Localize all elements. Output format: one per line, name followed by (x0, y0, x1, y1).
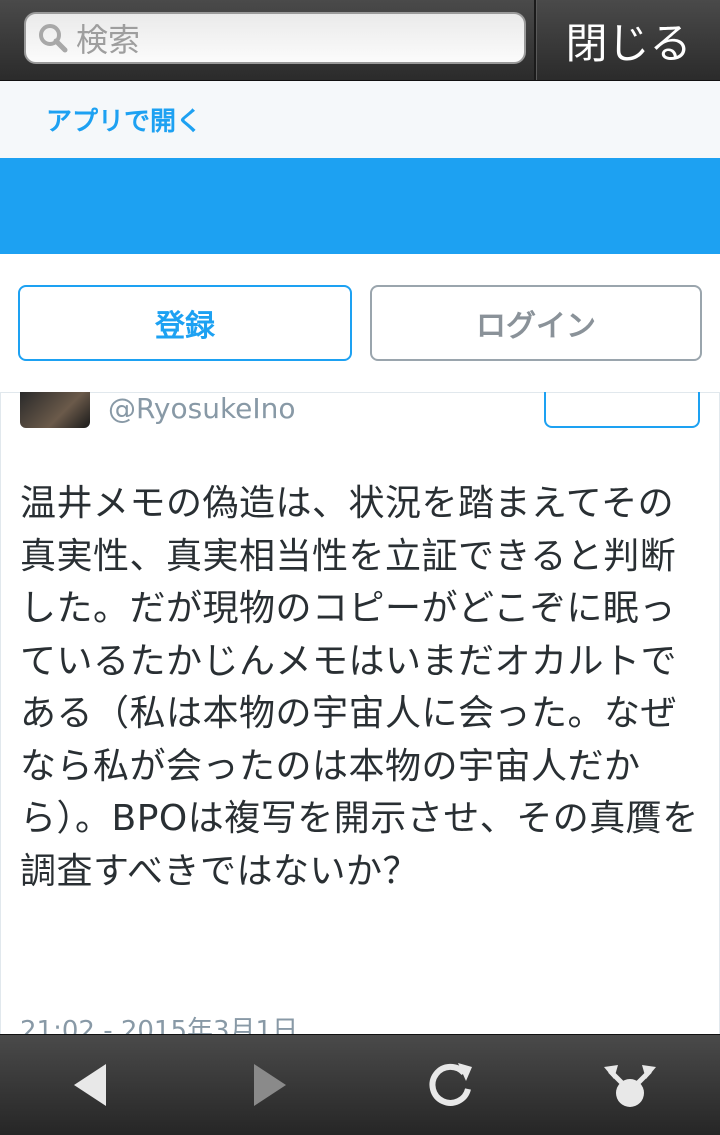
search-icon (39, 24, 68, 53)
reload-icon (429, 1063, 472, 1106)
login-button[interactable]: ログイン (370, 285, 702, 361)
forward-arrow-icon (254, 1064, 286, 1106)
follow-button[interactable] (544, 392, 700, 428)
back-arrow-icon (74, 1064, 106, 1106)
share-button[interactable] (580, 1035, 680, 1135)
open-in-app-bar: アプリで開く (0, 81, 720, 158)
search-placeholder: 検索 (76, 21, 141, 59)
header-banner (0, 158, 720, 254)
reload-button[interactable] (400, 1035, 500, 1135)
bottom-toolbar (0, 1034, 720, 1135)
open-in-app-link[interactable]: アプリで開く (46, 101, 202, 138)
back-button[interactable] (40, 1035, 140, 1135)
top-bar: 検索 閉じる (0, 0, 720, 81)
share-icon (604, 1065, 656, 1107)
forward-button[interactable] (220, 1035, 320, 1135)
close-button[interactable]: 閉じる (537, 0, 720, 80)
search-input[interactable]: 検索 (24, 12, 526, 64)
tweet-text: 温井メモの偽造は、状況を踏まえてその真実性、真実相当性を立証できると判断した。だ… (20, 483, 699, 892)
register-button[interactable]: 登録 (18, 285, 352, 361)
divider (534, 0, 536, 80)
avatar[interactable] (20, 392, 90, 428)
user-handle[interactable]: @RyosukeIno (108, 392, 296, 425)
